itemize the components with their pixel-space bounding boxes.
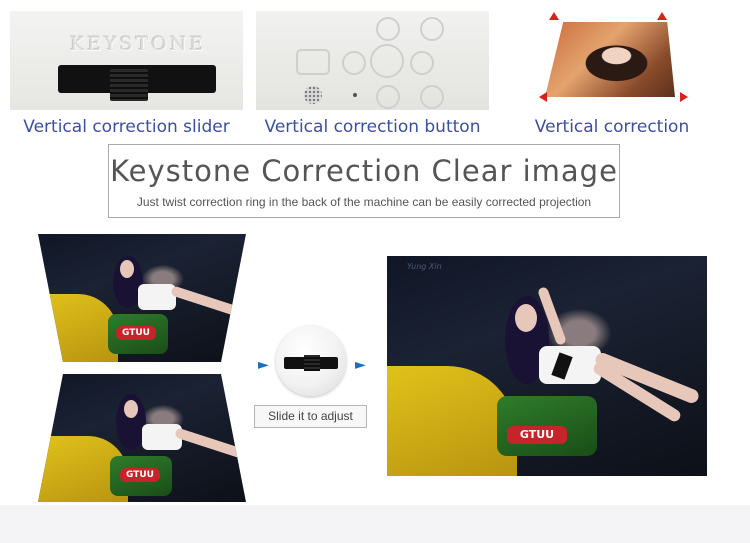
footer-band (0, 505, 750, 543)
banner-title: Keystone Correction Clear image (110, 154, 618, 188)
indicator-dot (353, 93, 357, 97)
gtuu-logo: GTUU (507, 426, 567, 444)
distorted-photo-top: GTUU (38, 234, 246, 362)
slider-device (276, 326, 346, 396)
adjust-label: Slide it to adjust (268, 409, 353, 423)
banner-subtitle: Just twist correction ring in the back o… (136, 195, 592, 209)
round-button (342, 51, 366, 75)
corner-arrow-icon (657, 12, 667, 20)
keystone-embossed-text: KEYSTONE (70, 33, 207, 55)
slider-photo: KEYSTONE (10, 11, 243, 110)
correction-caption: Vertical correction (534, 117, 690, 137)
round-button (376, 17, 400, 41)
distorted-photo-bottom: GTUU (38, 374, 246, 502)
button-caption: Vertical correction button (264, 117, 481, 137)
adjust-label-box: Slide it to adjust (254, 405, 367, 428)
right-arrow-icon: ► (258, 357, 269, 373)
speaker-grille (304, 86, 322, 104)
slider-caption: Vertical correction slider (23, 117, 230, 137)
round-button (420, 85, 444, 109)
square-button (296, 49, 330, 75)
buttons-photo (256, 11, 489, 110)
gtuu-logo: GTUU (120, 468, 160, 482)
watermark: Yung Xin (407, 262, 442, 271)
gtuu-logo: GTUU (116, 326, 156, 340)
right-arrow-icon: ► (355, 357, 366, 373)
banner-box: Keystone Correction Clear image Just twi… (108, 144, 620, 218)
corner-arrow-icon (539, 92, 547, 102)
slider-knob (110, 69, 148, 101)
keystone-portrait (545, 22, 675, 97)
round-button (376, 85, 400, 109)
round-button (410, 51, 434, 75)
center-button (370, 44, 404, 78)
corrected-photo: Yung Xin GTUU (387, 256, 707, 476)
corner-arrow-icon (549, 12, 559, 20)
corner-arrow-icon (680, 92, 688, 102)
round-button (420, 17, 444, 41)
slider-knob (304, 355, 320, 371)
